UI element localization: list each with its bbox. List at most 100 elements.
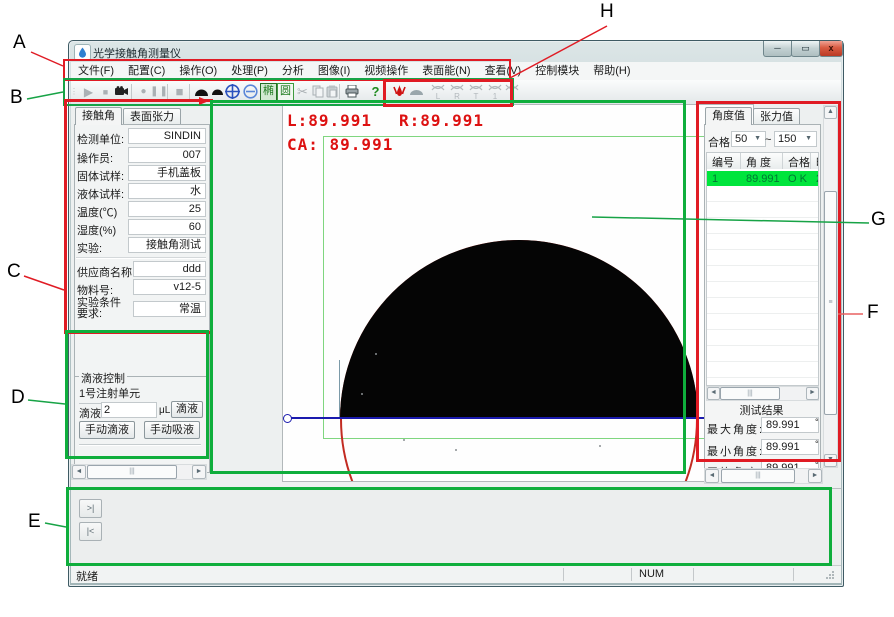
field-condition[interactable]: 常温 (133, 301, 206, 317)
col-header-angle[interactable]: 角 度 (741, 153, 783, 170)
field-unit[interactable]: SINDIN (128, 128, 206, 144)
scroll-down-arrow[interactable]: ▼ (824, 454, 837, 467)
annotation-label-F: F (867, 302, 879, 324)
right-vscrollbar[interactable]: ▲ ≡ ▼ (823, 105, 838, 468)
angle-tool-left-icon[interactable]: L (429, 83, 446, 100)
menu-help[interactable]: 帮助(H) (586, 63, 637, 79)
menu-analyze[interactable]: 分析 (275, 63, 311, 79)
menu-file[interactable]: 文件(F) (71, 63, 121, 79)
drop-volume-input[interactable]: 2 (101, 402, 157, 418)
angle-tool-top-icon[interactable]: T (467, 83, 484, 100)
menu-surface-energy[interactable]: 表面能(N) (415, 63, 477, 79)
empty-table-row (707, 234, 818, 250)
field-experiment[interactable]: 接触角测试 (128, 237, 206, 253)
sessile-drop-icon[interactable] (193, 83, 210, 100)
menu-control-module[interactable]: 控制模块 (528, 63, 586, 79)
stop-capture-icon[interactable]: ■ (171, 83, 188, 100)
scroll-thumb[interactable]: ≡ (824, 191, 837, 415)
circle-fit-button[interactable]: 圆 (277, 83, 294, 101)
empty-table-row (707, 282, 818, 298)
print-icon[interactable] (343, 83, 360, 100)
left-hscrollbar[interactable]: ◄ ||| ► (71, 464, 207, 480)
chevron-down-icon[interactable]: ▼ (754, 133, 761, 145)
field-temperature[interactable]: 25 (128, 201, 206, 217)
image-noise-dot (599, 445, 601, 447)
scroll-thumb[interactable]: ||| (720, 387, 780, 400)
svg-text:1: 1 (492, 92, 497, 100)
scroll-right-arrow[interactable]: ► (806, 387, 819, 400)
maximize-button[interactable]: ▭ (791, 41, 820, 57)
resize-grip[interactable] (825, 570, 835, 580)
manual-aspirate-button[interactable]: 手动吸液 (144, 421, 200, 439)
scroll-thumb[interactable]: ||| (87, 465, 177, 479)
annotation-label-H: H (600, 1, 614, 23)
field-label-liquid-sample: 液体试样: (77, 186, 124, 202)
callout-line-A (31, 52, 63, 66)
drop-image-view[interactable]: L:89.991 R:89.991 CA: 89.991 (282, 104, 754, 482)
step-back-button[interactable]: |< (79, 522, 102, 541)
field-supplier[interactable]: ddd (133, 261, 206, 277)
empty-table-row (707, 346, 818, 362)
toolbar-separator (189, 84, 190, 99)
range-max-combo[interactable]: 150▼ (774, 131, 817, 147)
col-header-qualified[interactable]: 合格 (783, 153, 811, 170)
right-hscrollbar[interactable]: ◄ ||| ► (704, 468, 823, 484)
step-forward-button[interactable]: >| (79, 499, 102, 518)
left-contact-marker (339, 360, 340, 418)
baseline-left-handle[interactable] (283, 414, 292, 423)
min-angle-label: 最小角度: (707, 443, 764, 459)
image-noise-dot (455, 449, 457, 451)
title-bar[interactable]: 光学接触角测量仪 ─ ▭ x (69, 41, 843, 63)
close-button[interactable]: x (819, 41, 843, 57)
chevron-down-icon[interactable]: ▼ (805, 133, 812, 145)
dispense-button[interactable]: 滴液 (171, 401, 203, 418)
col-header-id[interactable]: 编号 (707, 153, 741, 170)
field-solid-sample[interactable]: 手机盖板 (128, 165, 206, 181)
table-row[interactable]: 1 89.991 O K 2 (707, 171, 818, 186)
camera-icon[interactable] (113, 83, 130, 100)
angle-tool-right-icon[interactable]: R (448, 83, 465, 100)
col-header-time[interactable]: 时 (811, 153, 818, 170)
scroll-right-arrow[interactable]: ► (192, 465, 206, 479)
scroll-right-arrow[interactable]: ► (808, 469, 822, 483)
field-liquid-sample[interactable]: 水 (128, 183, 206, 199)
manual-dispense-button[interactable]: 手动滴液 (79, 421, 135, 439)
image-noise-dot (403, 439, 405, 441)
annotation-label-G: G (871, 209, 886, 231)
range-min-combo[interactable]: 50▼ (731, 131, 766, 147)
ellipse-fit-button[interactable]: 椭 (260, 83, 277, 101)
crosshair-icon[interactable] (224, 83, 241, 100)
field-humidity[interactable]: 60 (128, 219, 206, 235)
scroll-left-arrow[interactable]: ◄ (707, 387, 720, 400)
dispense-drop-icon[interactable] (391, 83, 408, 100)
scroll-up-arrow[interactable]: ▲ (824, 106, 837, 119)
callout-line-E (45, 523, 66, 527)
menu-operate[interactable]: 操作(O) (172, 63, 224, 79)
field-operator[interactable]: 007 (128, 147, 206, 163)
paste-icon[interactable] (323, 83, 340, 100)
pause-button-icon[interactable]: ❚❚ (151, 83, 168, 100)
menu-process[interactable]: 处理(P) (224, 63, 275, 79)
minimize-button[interactable]: ─ (763, 41, 792, 57)
angle-tool-2-icon[interactable]: 2 (503, 83, 520, 100)
scroll-left-arrow[interactable]: ◄ (72, 465, 86, 479)
stop-button-icon[interactable]: ■ (97, 83, 114, 100)
scroll-thumb[interactable]: ||| (721, 469, 795, 483)
menu-video[interactable]: 视频操作 (357, 63, 415, 79)
tab-contact-angle[interactable]: 接触角 (75, 107, 122, 125)
table-hscrollbar[interactable]: ◄ ||| ► (706, 386, 819, 401)
tab-surface-tension[interactable]: 表面张力 (123, 108, 181, 125)
minus-circle-icon[interactable] (242, 83, 259, 100)
menu-config[interactable]: 配置(C) (121, 63, 172, 79)
help-icon[interactable]: ? (367, 83, 384, 100)
play-button-icon[interactable]: ▶ (80, 83, 97, 100)
menu-image[interactable]: 图像(I) (311, 63, 357, 79)
tab-tension-values[interactable]: 张力值 (753, 108, 800, 125)
scroll-left-arrow[interactable]: ◄ (705, 469, 719, 483)
field-material-no[interactable]: v12-5 (133, 279, 206, 295)
tab-angle-values[interactable]: 角度值 (705, 107, 752, 125)
gray-drop-icon[interactable] (408, 83, 425, 100)
angle-tool-1-icon[interactable]: 1 (486, 83, 503, 100)
baseline[interactable] (287, 417, 749, 419)
menu-view[interactable]: 查看(V) (478, 63, 529, 79)
